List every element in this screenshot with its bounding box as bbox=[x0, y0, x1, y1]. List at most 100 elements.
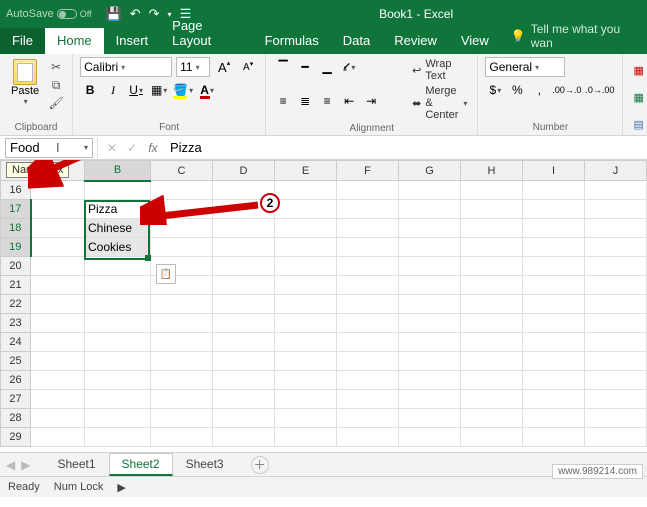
autosave-toggle[interactable]: AutoSave Off bbox=[6, 8, 92, 20]
cancel-icon[interactable]: ✕ bbox=[102, 138, 122, 158]
cell-E17[interactable] bbox=[275, 200, 337, 219]
cell-J22[interactable] bbox=[585, 295, 647, 314]
increase-font-icon[interactable]: A▴ bbox=[214, 57, 234, 77]
cell-H18[interactable] bbox=[461, 219, 523, 238]
borders-button[interactable]: ▦▾ bbox=[149, 80, 169, 100]
cell-D24[interactable] bbox=[213, 333, 275, 352]
row-header-19[interactable]: 19 bbox=[1, 238, 31, 257]
sheet-next-icon[interactable]: ▶ bbox=[21, 458, 30, 472]
paste-dropdown-icon[interactable]: ▾ bbox=[24, 97, 28, 106]
cell-F29[interactable] bbox=[337, 428, 399, 447]
align-top-icon[interactable]: ▔ bbox=[273, 57, 293, 77]
cell-F27[interactable] bbox=[337, 390, 399, 409]
fill-color-button[interactable]: 🪣▾ bbox=[172, 80, 194, 100]
orientation-icon[interactable]: ⭹▾ bbox=[339, 57, 359, 77]
cell-D20[interactable] bbox=[213, 257, 275, 276]
cell-A26[interactable] bbox=[31, 371, 85, 390]
cell-C24[interactable] bbox=[151, 333, 213, 352]
sheet-nav[interactable]: ◀▶ bbox=[6, 458, 30, 472]
font-size-combo[interactable]: 11▾ bbox=[176, 57, 210, 77]
cell-C19[interactable] bbox=[151, 238, 213, 257]
cell-H21[interactable] bbox=[461, 276, 523, 295]
cell-I20[interactable] bbox=[523, 257, 585, 276]
cell-H26[interactable] bbox=[461, 371, 523, 390]
cell-D25[interactable] bbox=[213, 352, 275, 371]
new-sheet-button[interactable]: ＋ bbox=[251, 456, 269, 474]
cell-J23[interactable] bbox=[585, 314, 647, 333]
cell-F22[interactable] bbox=[337, 295, 399, 314]
cell-B22[interactable] bbox=[85, 295, 151, 314]
column-header-B[interactable]: B bbox=[85, 161, 151, 181]
cell-C28[interactable] bbox=[151, 409, 213, 428]
row-header-17[interactable]: 17 bbox=[1, 200, 31, 219]
format-as-table-button[interactable]: ▦Format as Table▾ bbox=[630, 84, 647, 110]
cell-F17[interactable] bbox=[337, 200, 399, 219]
cell-C17[interactable] bbox=[151, 200, 213, 219]
tab-review[interactable]: Review bbox=[382, 28, 449, 54]
cell-F25[interactable] bbox=[337, 352, 399, 371]
spreadsheet-grid[interactable]: ABCDEFGHIJ 1617Pizza18Chinese19Cookies20… bbox=[0, 160, 647, 447]
cell-A22[interactable] bbox=[31, 295, 85, 314]
row-header-20[interactable]: 20 bbox=[1, 257, 31, 276]
column-header-I[interactable]: I bbox=[523, 161, 585, 181]
cell-G16[interactable] bbox=[399, 181, 461, 200]
cell-A28[interactable] bbox=[31, 409, 85, 428]
column-header-F[interactable]: F bbox=[337, 161, 399, 181]
row-header-16[interactable]: 16 bbox=[1, 181, 31, 200]
cell-G17[interactable] bbox=[399, 200, 461, 219]
cell-G26[interactable] bbox=[399, 371, 461, 390]
save-icon[interactable]: 💾 bbox=[106, 6, 122, 22]
cell-C29[interactable] bbox=[151, 428, 213, 447]
bold-button[interactable]: B bbox=[80, 80, 100, 100]
column-header-D[interactable]: D bbox=[213, 161, 275, 181]
cell-B26[interactable] bbox=[85, 371, 151, 390]
cell-E18[interactable] bbox=[275, 219, 337, 238]
align-right-icon[interactable]: ≡ bbox=[317, 91, 337, 111]
cell-A16[interactable] bbox=[31, 181, 85, 200]
cell-G25[interactable] bbox=[399, 352, 461, 371]
cell-G20[interactable] bbox=[399, 257, 461, 276]
cell-J28[interactable] bbox=[585, 409, 647, 428]
tab-formulas[interactable]: Formulas bbox=[253, 28, 331, 54]
cell-H20[interactable] bbox=[461, 257, 523, 276]
percent-format-icon[interactable]: % bbox=[507, 80, 527, 100]
align-bottom-icon[interactable]: ▁ bbox=[317, 57, 337, 77]
cell-F19[interactable] bbox=[337, 238, 399, 257]
cell-B25[interactable] bbox=[85, 352, 151, 371]
cell-H23[interactable] bbox=[461, 314, 523, 333]
tab-file[interactable]: File bbox=[0, 28, 45, 54]
cell-F28[interactable] bbox=[337, 409, 399, 428]
cell-G19[interactable] bbox=[399, 238, 461, 257]
cell-E20[interactable] bbox=[275, 257, 337, 276]
cell-E28[interactable] bbox=[275, 409, 337, 428]
tab-insert[interactable]: Insert bbox=[104, 28, 161, 54]
cell-H19[interactable] bbox=[461, 238, 523, 257]
tab-view[interactable]: View bbox=[449, 28, 501, 54]
cell-D18[interactable] bbox=[213, 219, 275, 238]
cell-D21[interactable] bbox=[213, 276, 275, 295]
column-header-C[interactable]: C bbox=[151, 161, 213, 181]
cell-E16[interactable] bbox=[275, 181, 337, 200]
insert-function-button[interactable]: fx bbox=[142, 141, 164, 155]
cell-J29[interactable] bbox=[585, 428, 647, 447]
cell-B23[interactable] bbox=[85, 314, 151, 333]
decrease-indent-icon[interactable]: ⇤ bbox=[339, 91, 359, 111]
cell-J21[interactable] bbox=[585, 276, 647, 295]
cell-G18[interactable] bbox=[399, 219, 461, 238]
cell-E22[interactable] bbox=[275, 295, 337, 314]
cell-B28[interactable] bbox=[85, 409, 151, 428]
cell-A18[interactable] bbox=[31, 219, 85, 238]
cell-I21[interactable] bbox=[523, 276, 585, 295]
cell-H16[interactable] bbox=[461, 181, 523, 200]
cell-E23[interactable] bbox=[275, 314, 337, 333]
column-header-H[interactable]: H bbox=[461, 161, 523, 181]
comma-format-icon[interactable]: , bbox=[529, 80, 549, 100]
cell-J24[interactable] bbox=[585, 333, 647, 352]
wrap-text-button[interactable]: ↩Wrap Text bbox=[409, 57, 470, 83]
row-header-23[interactable]: 23 bbox=[1, 314, 31, 333]
cell-E24[interactable] bbox=[275, 333, 337, 352]
cut-icon[interactable]: ✂ bbox=[47, 59, 65, 75]
cell-A27[interactable] bbox=[31, 390, 85, 409]
row-header-18[interactable]: 18 bbox=[1, 219, 31, 238]
paste-button[interactable]: Paste ▾ bbox=[7, 57, 43, 108]
